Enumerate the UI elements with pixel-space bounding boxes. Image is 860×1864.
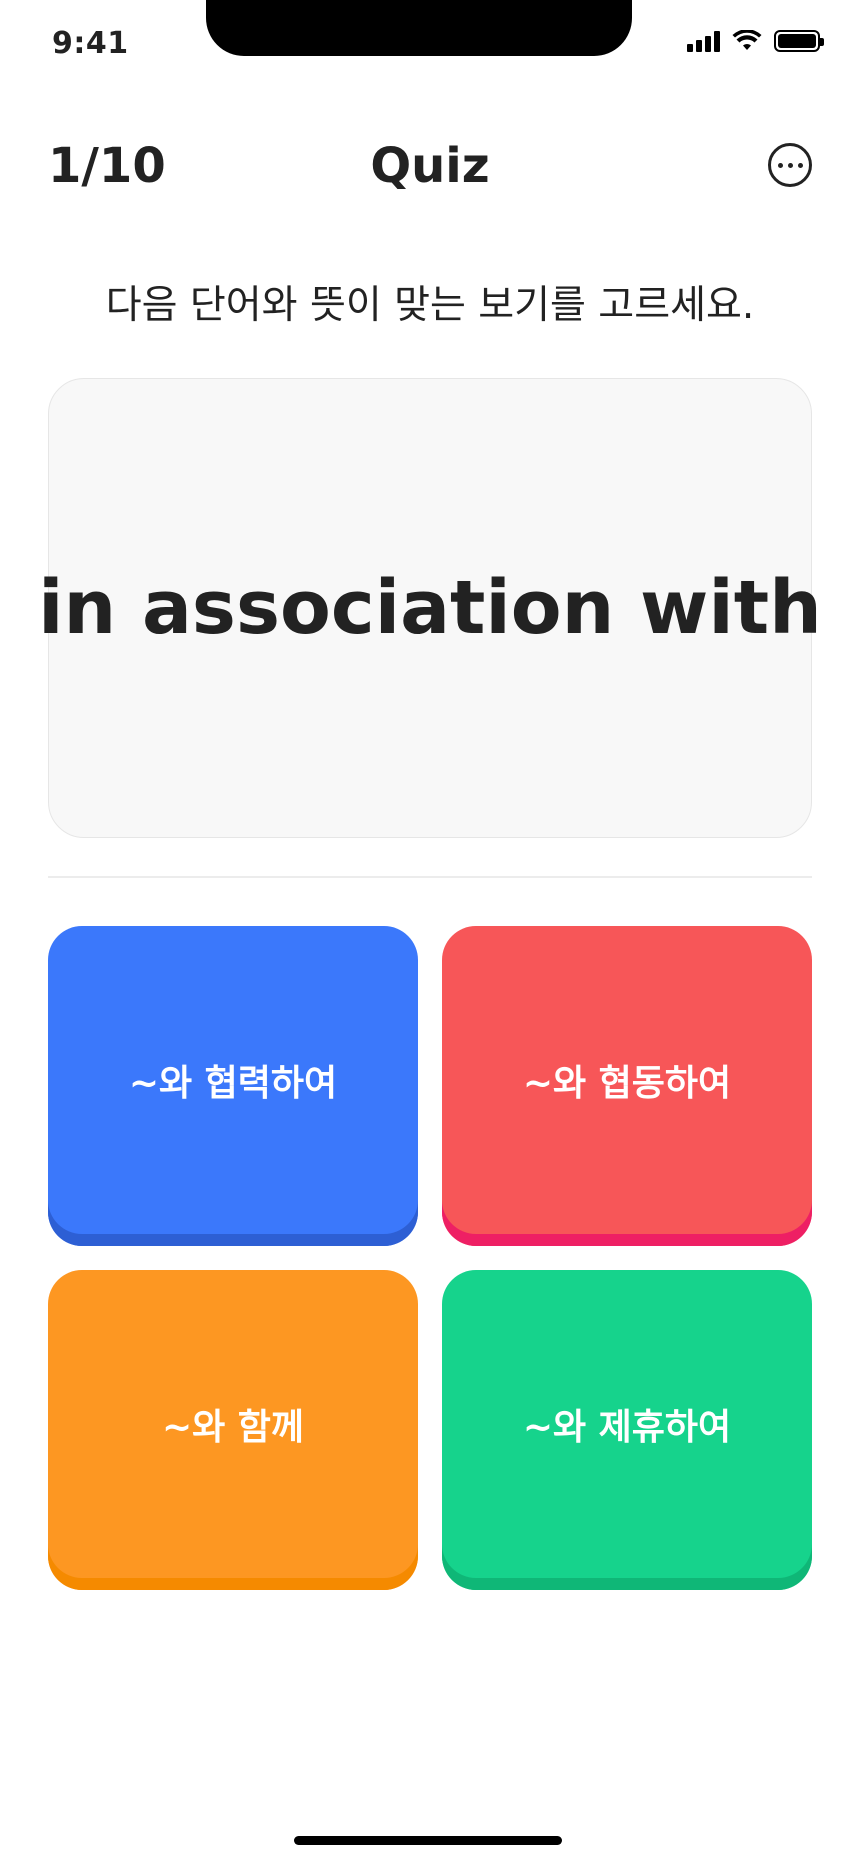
answer-option-2[interactable]: ~와 협동하여: [442, 926, 812, 1246]
answer-option-label: ~와 함께: [161, 1407, 305, 1448]
answer-option-label: ~와 협동하여: [522, 1063, 732, 1104]
quiz-instruction: 다음 단어와 뜻이 맞는 보기를 고르세요.: [105, 283, 755, 328]
status-time: 9:41: [52, 26, 129, 61]
answer-option-label: ~와 제휴하여: [522, 1407, 732, 1448]
answer-option-3[interactable]: ~와 함께: [48, 1270, 418, 1590]
answer-option-1[interactable]: ~와 협력하여: [48, 926, 418, 1246]
cellular-signal-icon: [687, 30, 720, 52]
wifi-icon: [732, 30, 762, 50]
more-options-button[interactable]: [768, 143, 812, 187]
ellipsis-circle-icon: [777, 162, 783, 168]
question-card: in association with: [38, 378, 822, 838]
page-title: Quiz: [370, 138, 490, 194]
divider: [48, 876, 812, 878]
home-indicator[interactable]: [294, 1836, 562, 1845]
battery-icon: [774, 30, 824, 52]
answer-option-4[interactable]: ~와 제휴하여: [442, 1270, 812, 1590]
device-notch: [206, 0, 632, 56]
question-word: in association with: [38, 565, 822, 651]
answer-option-label: ~와 협력하여: [128, 1063, 338, 1104]
status-bar: 9:41: [0, 0, 860, 90]
status-icons: [687, 30, 824, 52]
